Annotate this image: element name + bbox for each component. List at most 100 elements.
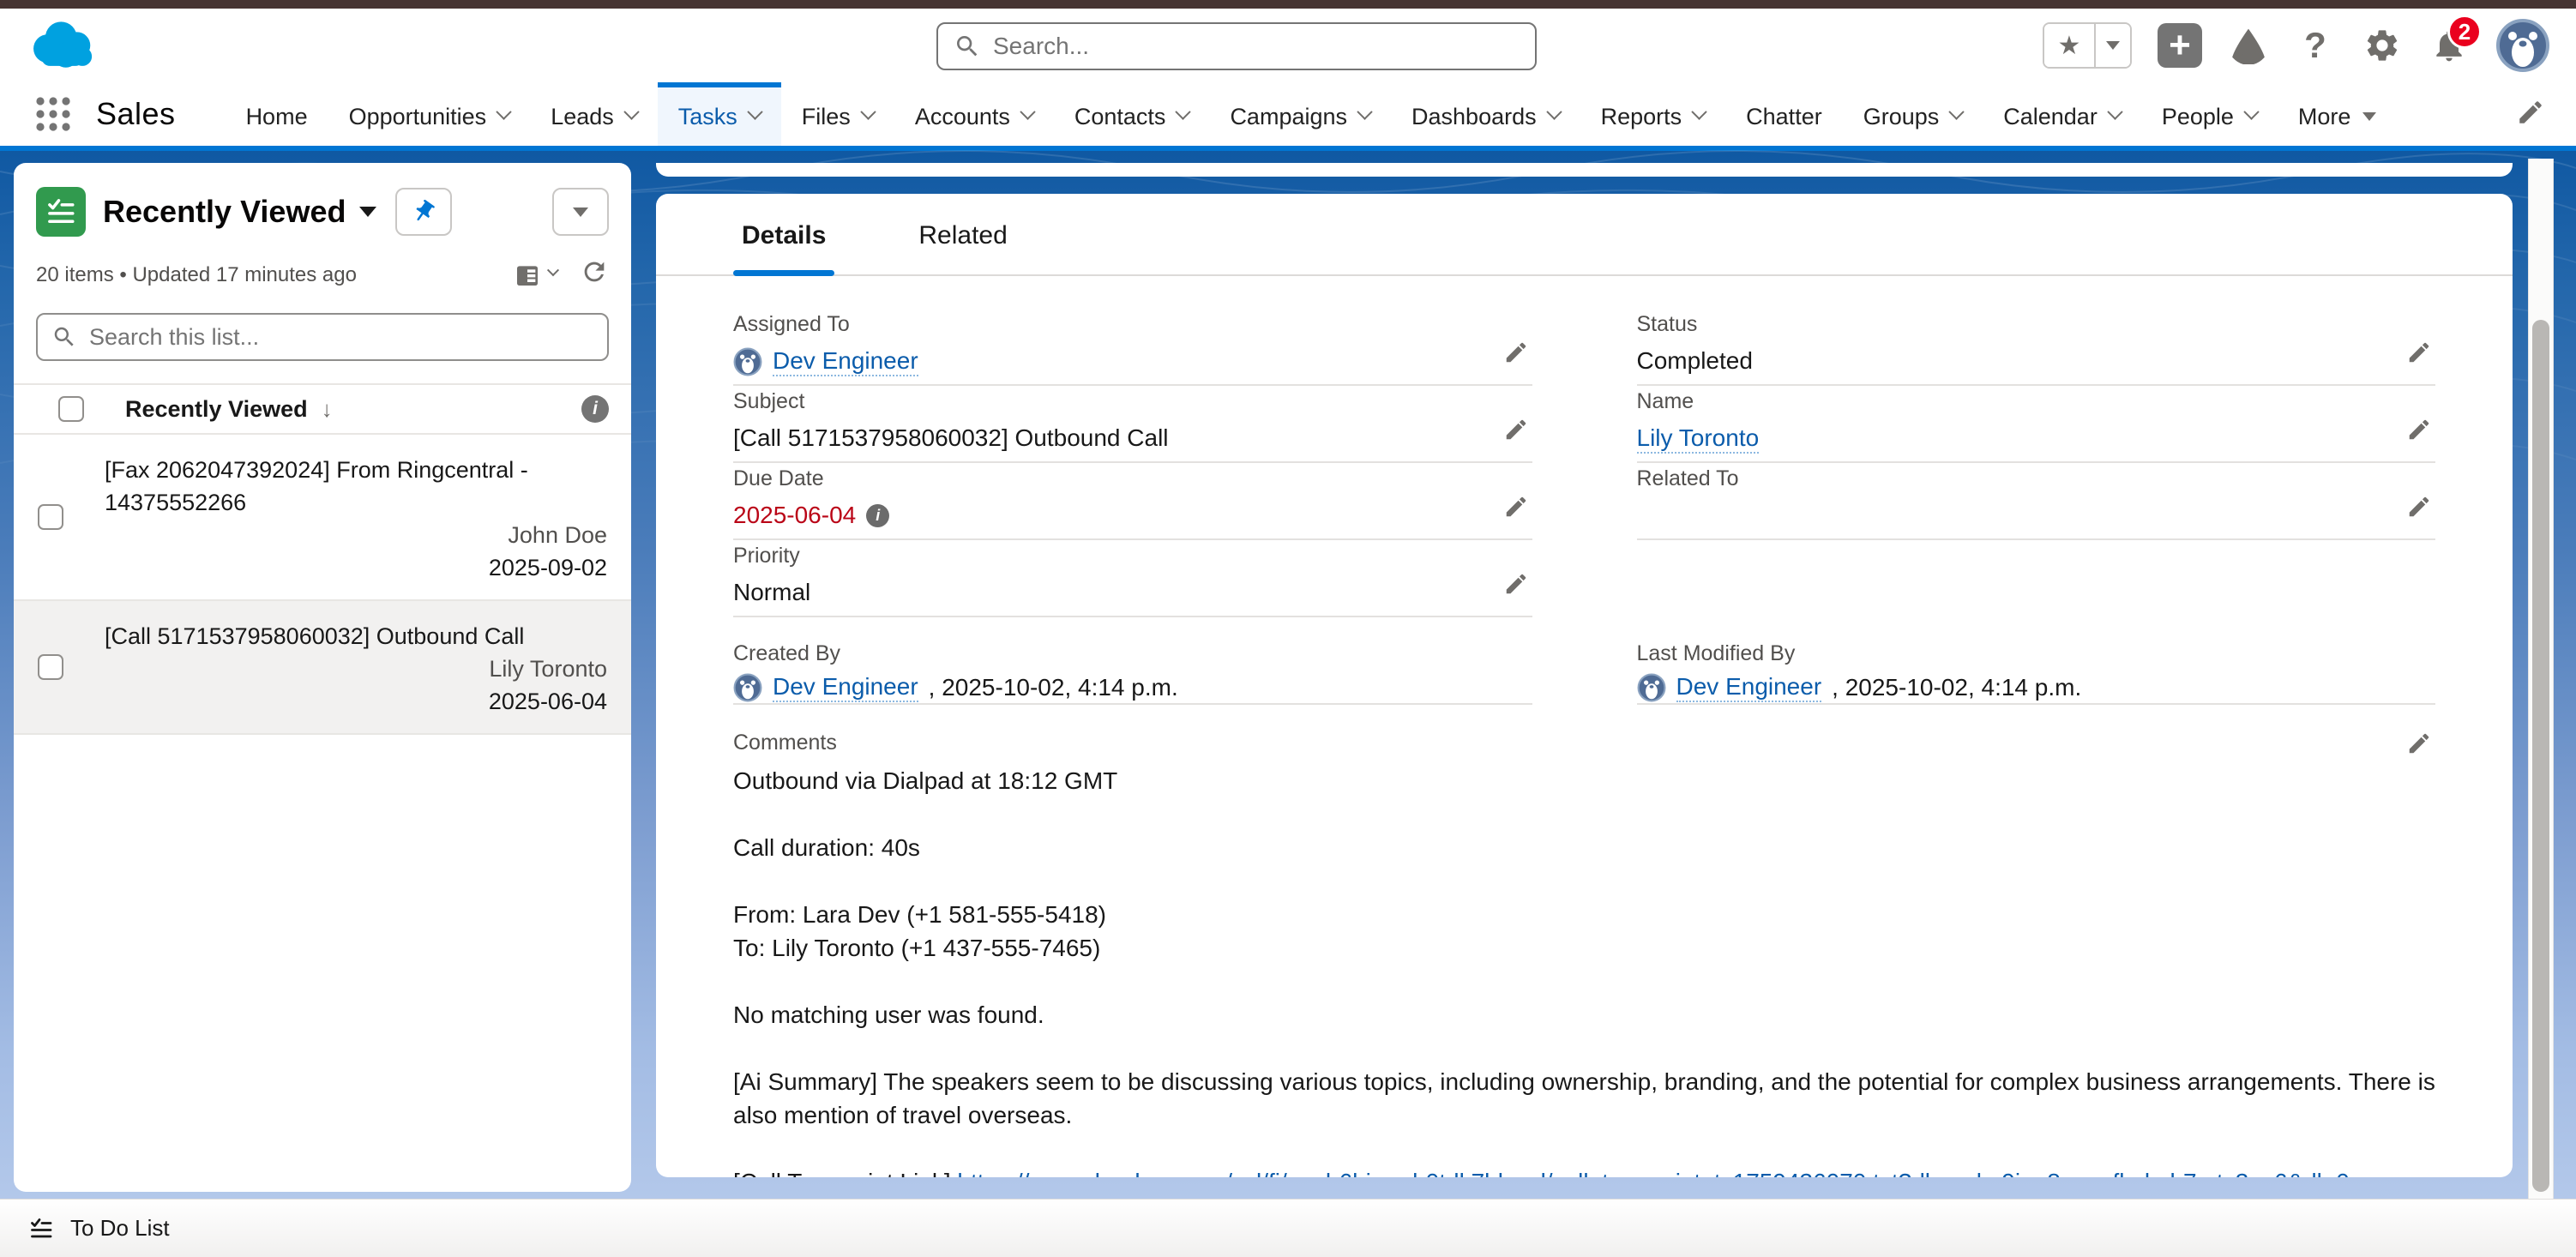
global-search-input[interactable] xyxy=(993,33,1520,60)
status-value: Completed xyxy=(1637,347,1753,375)
subject-value: [Call 5171537958060032] Outbound Call xyxy=(733,424,1169,452)
field-related-to: Related To xyxy=(1637,463,2436,540)
tab-related[interactable]: Related xyxy=(910,221,1015,274)
assigned-to-link[interactable]: Dev Engineer xyxy=(773,347,918,376)
app-launcher-icon[interactable] xyxy=(33,93,74,135)
pin-list-button[interactable] xyxy=(395,188,452,236)
list-search-input[interactable] xyxy=(89,324,593,351)
setup-gear-icon[interactable] xyxy=(2362,25,2403,66)
avatar xyxy=(733,673,762,702)
nav-tab-files[interactable]: Files xyxy=(781,82,894,146)
avatar xyxy=(733,347,762,376)
comment-line: No matching user was found. xyxy=(733,998,2435,1031)
task-entity-icon xyxy=(36,187,86,237)
list-view-selector[interactable]: Recently Viewed xyxy=(103,194,376,230)
help-icon[interactable]: ? xyxy=(2295,25,2336,66)
row-checkbox[interactable] xyxy=(38,654,63,680)
edit-pencil-icon[interactable] xyxy=(1503,417,1529,447)
list-item[interactable]: [Fax 2062047392024] From Ringcentral - 1… xyxy=(14,435,631,601)
comment-line xyxy=(733,965,2435,998)
chevron-down-icon[interactable] xyxy=(623,104,639,119)
chevron-down-icon[interactable] xyxy=(2107,104,2122,119)
nav-tab-opportunities[interactable]: Opportunities xyxy=(328,82,531,146)
field-label: Due Date xyxy=(733,463,1532,491)
row-due-date: 2025-06-04 xyxy=(105,685,607,718)
global-actions-add-icon[interactable]: + xyxy=(2158,23,2202,68)
edit-pencil-icon[interactable] xyxy=(1503,494,1529,524)
created-by-link[interactable]: Dev Engineer xyxy=(773,673,918,702)
display-as-button[interactable] xyxy=(513,262,557,289)
field-label: Assigned To xyxy=(733,309,1532,337)
edit-pencil-icon[interactable] xyxy=(2406,340,2432,370)
nav-tab-dashboards[interactable]: Dashboards xyxy=(1391,82,1580,146)
display-table-icon xyxy=(513,262,542,289)
edit-pencil-icon[interactable] xyxy=(2406,417,2432,447)
row-subject: [Fax 2062047392024] From Ringcentral - 1… xyxy=(105,454,607,519)
refresh-button[interactable] xyxy=(580,257,609,292)
nav-tab-more[interactable]: More xyxy=(2278,82,2398,146)
chevron-down-icon[interactable] xyxy=(1020,104,1035,119)
info-icon[interactable]: i xyxy=(581,395,609,423)
favorites-caret-icon[interactable] xyxy=(2094,24,2130,67)
edit-pencil-icon[interactable] xyxy=(1503,571,1529,601)
chevron-down-icon[interactable] xyxy=(747,104,762,119)
nav-tab-accounts[interactable]: Accounts xyxy=(894,82,1054,146)
nav-tab-groups[interactable]: Groups xyxy=(1843,82,1983,146)
global-search xyxy=(936,22,1537,70)
nav-tab-chatter[interactable]: Chatter xyxy=(1725,82,1843,146)
nav-tab-home[interactable]: Home xyxy=(226,82,328,146)
todo-list-button[interactable]: To Do List xyxy=(0,1200,197,1257)
edit-pencil-icon[interactable] xyxy=(2406,494,2432,524)
select-all-checkbox[interactable] xyxy=(58,396,84,422)
nav-items: Home Opportunities Leads Tasks Files Acc… xyxy=(226,82,2398,146)
field-subject: Subject [Call 5171537958060032] Outbound… xyxy=(733,386,1532,463)
scrollbar-thumb[interactable] xyxy=(2532,320,2549,1192)
list-actions-dropdown-button[interactable] xyxy=(552,188,609,236)
nav-tab-contacts[interactable]: Contacts xyxy=(1054,82,1210,146)
name-link[interactable]: Lily Toronto xyxy=(1637,424,1760,454)
nav-tab-leads[interactable]: Leads xyxy=(530,82,658,146)
call-transcript-link[interactable]: https://www.dropbox.com/scl/fi/eexb6hjcz… xyxy=(957,1169,2349,1177)
notification-badge: 2 xyxy=(2447,15,2482,49)
scrollbar-track[interactable] xyxy=(2528,159,2554,1199)
created-datetime: , 2025-10-02, 4:14 p.m. xyxy=(929,674,1178,701)
last-modified-by-link[interactable]: Dev Engineer xyxy=(1676,673,1822,702)
list-column-header[interactable]: Recently Viewed ↓ i xyxy=(14,383,631,435)
edit-pencil-icon[interactable] xyxy=(2406,731,2432,761)
chevron-down-icon[interactable] xyxy=(1546,104,1562,119)
tab-details[interactable]: Details xyxy=(733,221,834,274)
nav-tab-tasks[interactable]: Tasks xyxy=(658,82,781,146)
comment-line: Outbound via Dialpad at 18:12 GMT xyxy=(733,764,2435,797)
pin-icon xyxy=(406,194,442,230)
chevron-down-icon[interactable] xyxy=(1949,104,1965,119)
todo-list-icon xyxy=(27,1215,55,1242)
edit-pencil-icon[interactable] xyxy=(1503,340,1529,370)
guidance-center-icon[interactable] xyxy=(2228,25,2269,66)
favorites-button-group: ★ xyxy=(2043,22,2132,69)
page-background: Recently Viewed 20 items • Updated 17 mi… xyxy=(0,146,2576,1199)
field-label: Subject xyxy=(733,386,1532,414)
overdue-info-icon[interactable]: i xyxy=(866,504,889,527)
nav-tab-reports[interactable]: Reports xyxy=(1580,82,1726,146)
chevron-down-icon[interactable] xyxy=(496,104,511,119)
user-avatar[interactable] xyxy=(2495,18,2550,73)
nav-tab-calendar[interactable]: Calendar xyxy=(1983,82,2141,146)
chevron-down-icon[interactable] xyxy=(2243,104,2259,119)
caret-down-icon xyxy=(573,207,588,217)
edit-nav-pencil-icon[interactable] xyxy=(2516,98,2545,131)
field-name: Name Lily Toronto xyxy=(1637,386,2436,463)
chevron-down-icon[interactable] xyxy=(1691,104,1706,119)
list-item[interactable]: [Call 5171537958060032] Outbound Call Li… xyxy=(14,601,631,735)
row-checkbox[interactable] xyxy=(38,504,63,530)
nav-tab-campaigns[interactable]: Campaigns xyxy=(1209,82,1391,146)
chevron-down-icon xyxy=(547,264,559,276)
comment-line: To: Lily Toronto (+1 437-555-7465) xyxy=(733,931,2435,965)
nav-tab-people[interactable]: People xyxy=(2141,82,2278,146)
notifications-bell-icon[interactable]: 2 xyxy=(2429,25,2470,66)
chevron-down-icon[interactable] xyxy=(1176,104,1191,119)
chevron-down-icon[interactable] xyxy=(1357,104,1372,119)
app-name: Sales xyxy=(96,96,176,132)
favorites-star-icon[interactable]: ★ xyxy=(2044,24,2094,67)
row-subject: [Call 5171537958060032] Outbound Call xyxy=(105,620,524,653)
chevron-down-icon[interactable] xyxy=(860,104,876,119)
